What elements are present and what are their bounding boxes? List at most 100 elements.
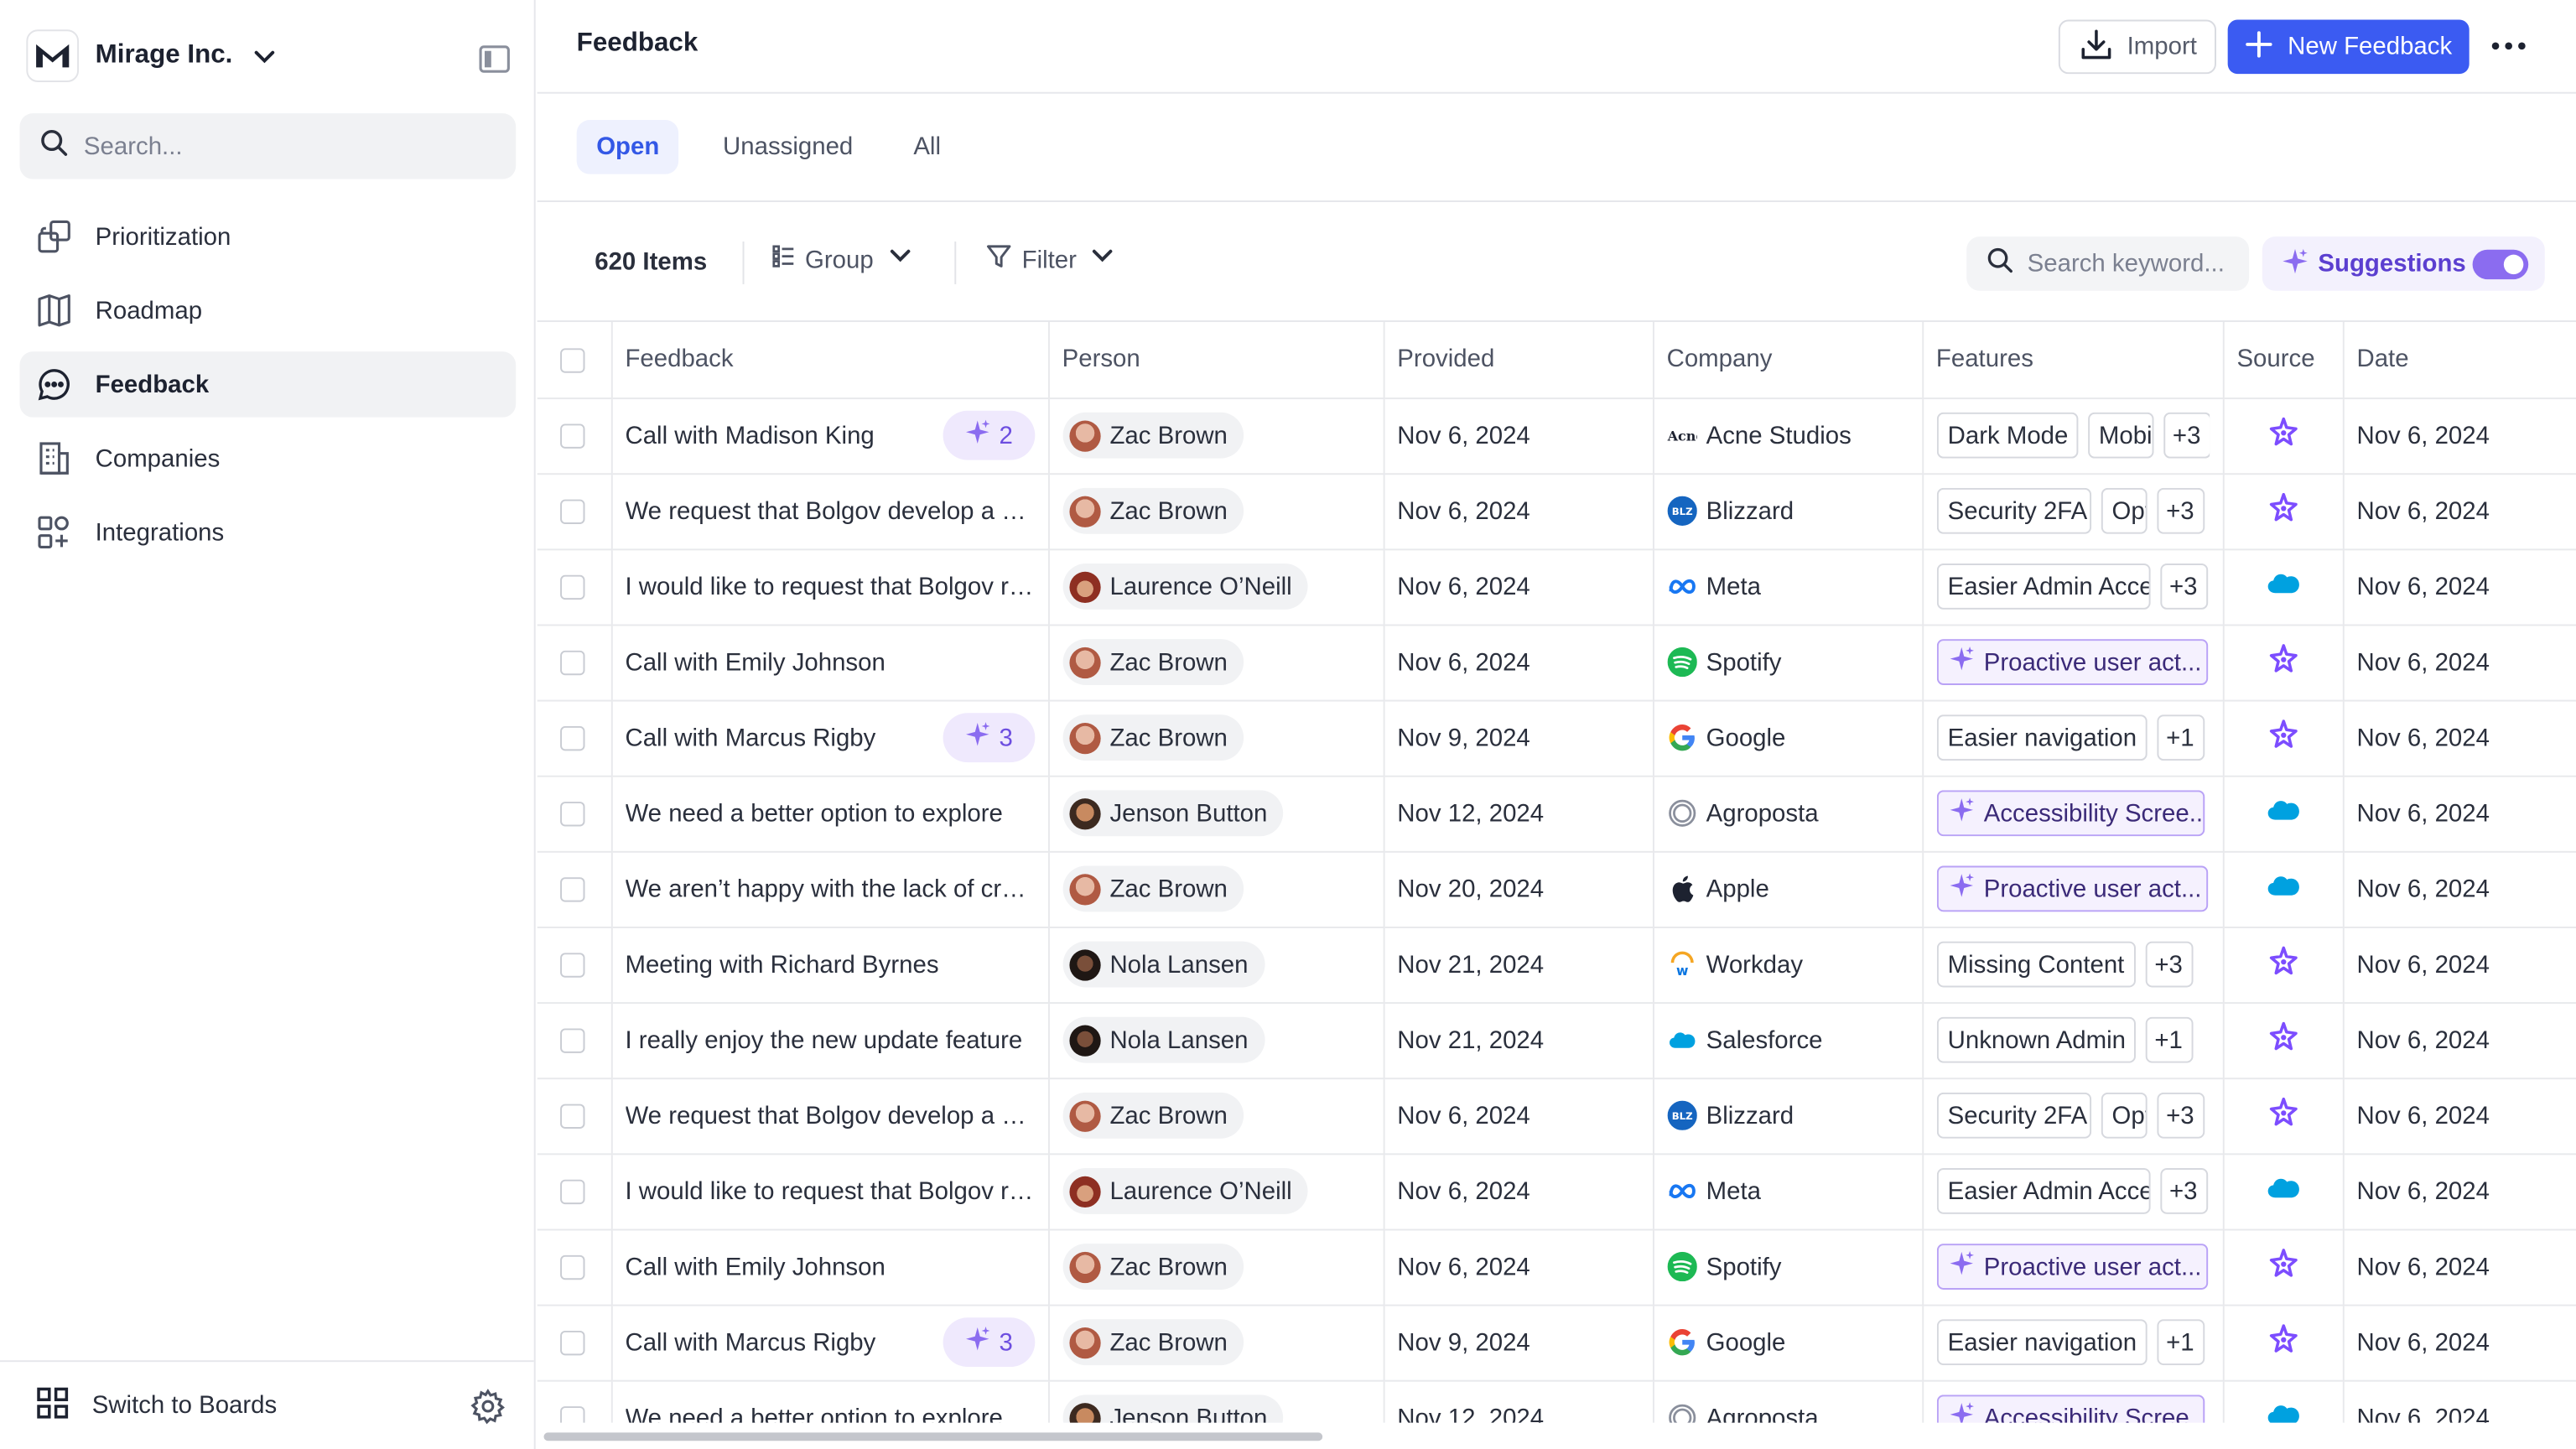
import-button[interactable]: Import: [2058, 19, 2216, 75]
feature-chip[interactable]: Security 2FA: [1935, 1092, 2091, 1139]
group-button[interactable]: Group: [772, 243, 917, 276]
horizontal-scrollbar[interactable]: [543, 1432, 1323, 1441]
company-cell[interactable]: Salesforce: [1652, 1002, 1924, 1079]
tab-all[interactable]: All: [894, 120, 961, 174]
company-cell[interactable]: Spotify: [1652, 624, 1924, 701]
table-row[interactable]: Call with Emily Johnson Zac Brown Nov 6,…: [537, 624, 2576, 701]
column-header-provided[interactable]: Provided: [1383, 322, 1654, 399]
company-cell[interactable]: Apple: [1652, 850, 1924, 927]
ai-insights-badge[interactable]: 2: [943, 410, 1035, 460]
table-row[interactable]: We need a better option to explore Jenso…: [537, 775, 2576, 852]
column-header-person[interactable]: Person: [1047, 322, 1384, 399]
feedback-cell[interactable]: I would like to request that Bolgov revi…: [610, 1153, 1049, 1230]
feedback-cell[interactable]: We request that Bolgov develop a new fea…: [610, 473, 1049, 550]
suggestions-toggle[interactable]: [2472, 249, 2529, 280]
more-options-icon[interactable]: [2485, 23, 2532, 69]
column-header-features[interactable]: Features: [1922, 322, 2224, 399]
company-cell[interactable]: BLZ Blizzard: [1652, 473, 1924, 550]
person-chip[interactable]: Zac Brown: [1062, 1092, 1244, 1139]
sidebar-search[interactable]: [19, 113, 517, 179]
row-checkbox[interactable]: [560, 953, 585, 978]
sidebar-item-feedback[interactable]: Feedback: [19, 351, 517, 418]
filter-button[interactable]: Filter: [986, 243, 1119, 276]
more-features-chip[interactable]: +3: [2159, 1167, 2208, 1214]
feedback-cell[interactable]: We need a better option to explore: [610, 1379, 1049, 1423]
row-checkbox[interactable]: [560, 1028, 585, 1053]
more-features-chip[interactable]: +3: [2156, 487, 2205, 534]
feedback-cell[interactable]: Call with Marcus Rigby 3: [610, 1304, 1049, 1381]
table-row[interactable]: Meeting with Richard Byrnes Nola Lansen …: [537, 926, 2576, 1004]
feedback-cell[interactable]: Call with Emily Johnson: [610, 624, 1049, 701]
feature-chip[interactable]: Options: [2100, 1092, 2147, 1139]
feedback-cell[interactable]: We aren’t happy with the lack of creativ…: [610, 850, 1049, 927]
feature-chip[interactable]: Dark Mode: [1935, 412, 2078, 459]
row-checkbox[interactable]: [560, 1254, 585, 1280]
keyword-search-input[interactable]: [2027, 249, 2241, 278]
company-cell[interactable]: w Workday: [1652, 926, 1924, 1004]
person-chip[interactable]: Zac Brown: [1062, 1244, 1244, 1290]
person-chip[interactable]: Nola Lansen: [1062, 941, 1265, 988]
company-cell[interactable]: Agroposta: [1652, 1379, 1924, 1423]
new-feedback-button[interactable]: New Feedback: [2227, 19, 2470, 75]
feature-chip[interactable]: Proactive user act...: [1935, 865, 2208, 912]
feedback-cell[interactable]: Call with Marcus Rigby 3: [610, 699, 1049, 776]
person-chip[interactable]: Laurence O’Neill: [1062, 564, 1309, 610]
feedback-cell[interactable]: I would like to request that Bolgov revi…: [610, 548, 1049, 626]
table-row[interactable]: We aren’t happy with the lack of creativ…: [537, 850, 2576, 927]
ai-insights-badge[interactable]: 3: [943, 1317, 1035, 1368]
table-row[interactable]: Call with Marcus Rigby 3 Zac Brown Nov 9,…: [537, 699, 2576, 776]
table-row[interactable]: Call with Marcus Rigby 3 Zac Brown Nov 9,…: [537, 1304, 2576, 1381]
gear-icon[interactable]: [470, 1389, 506, 1425]
company-cell[interactable]: Google: [1652, 1304, 1924, 1381]
row-checkbox[interactable]: [560, 650, 585, 676]
table-row[interactable]: Call with Madison King 2 Zac Brown Nov 6,…: [537, 397, 2576, 475]
row-checkbox[interactable]: [560, 423, 585, 449]
chevron-down-icon[interactable]: [249, 41, 278, 70]
table-row[interactable]: We request that Bolgov develop a new fea…: [537, 1078, 2576, 1155]
sidebar-item-integrations[interactable]: Integrations: [20, 500, 517, 565]
table-row[interactable]: Call with Emily Johnson Zac Brown Nov 6,…: [537, 1228, 2576, 1306]
column-header-date[interactable]: Date: [2342, 322, 2576, 399]
column-header-feedback[interactable]: Feedback: [610, 322, 1049, 399]
row-checkbox[interactable]: [560, 1331, 585, 1356]
feedback-cell[interactable]: Meeting with Richard Byrnes: [610, 926, 1049, 1004]
person-chip[interactable]: Zac Brown: [1062, 1319, 1244, 1366]
sidebar-item-companies[interactable]: Companies: [20, 425, 517, 491]
table-row[interactable]: I would like to request that Bolgov revi…: [537, 548, 2576, 626]
feature-chip[interactable]: Easier Admin Access: [1935, 564, 2150, 610]
org-switcher[interactable]: Mirage Inc.: [26, 29, 278, 82]
feature-chip[interactable]: Accessibility Scree...: [1935, 790, 2205, 837]
person-chip[interactable]: Zac Brown: [1062, 487, 1244, 534]
person-chip[interactable]: Nola Lansen: [1062, 1016, 1265, 1063]
table-row[interactable]: I really enjoy the new update feature No…: [537, 1002, 2576, 1079]
row-checkbox[interactable]: [560, 574, 585, 600]
keyword-search[interactable]: [1966, 236, 2250, 291]
person-chip[interactable]: Zac Brown: [1062, 714, 1244, 761]
feature-chip[interactable]: Proactive user act...: [1935, 639, 2208, 685]
row-checkbox[interactable]: [560, 499, 585, 525]
company-cell[interactable]: Acne Acne Studios: [1652, 397, 1924, 475]
feature-chip[interactable]: Easier navigation: [1935, 714, 2147, 761]
feedback-cell[interactable]: We need a better option to explore: [610, 775, 1049, 852]
more-features-chip[interactable]: +3: [2159, 564, 2208, 610]
sidebar-toggle-icon[interactable]: [476, 41, 512, 77]
feedback-cell[interactable]: Call with Emily Johnson: [610, 1228, 1049, 1306]
company-cell[interactable]: Meta: [1652, 548, 1924, 626]
feature-chip[interactable]: Accessibility Scree...: [1935, 1394, 2205, 1423]
row-checkbox[interactable]: [560, 877, 585, 902]
company-cell[interactable]: Agroposta: [1652, 775, 1924, 852]
more-features-chip[interactable]: +3: [2156, 1092, 2205, 1139]
select-all-checkbox[interactable]: [560, 347, 585, 373]
tab-unassigned[interactable]: Unassigned: [704, 120, 873, 174]
more-features-chip[interactable]: +1: [2156, 1319, 2205, 1366]
switch-to-boards[interactable]: Switch to Boards: [0, 1360, 534, 1449]
feature-chip[interactable]: Proactive user act...: [1935, 1244, 2208, 1290]
company-cell[interactable]: Meta: [1652, 1153, 1924, 1230]
more-features-chip[interactable]: +1: [2144, 1016, 2193, 1063]
row-checkbox[interactable]: [560, 1406, 585, 1423]
person-chip[interactable]: Jenson Button: [1062, 1394, 1284, 1423]
row-checkbox[interactable]: [560, 802, 585, 827]
feature-chip[interactable]: Mobile: [2087, 412, 2153, 459]
company-cell[interactable]: Spotify: [1652, 1228, 1924, 1306]
ai-insights-badge[interactable]: 3: [943, 713, 1035, 763]
